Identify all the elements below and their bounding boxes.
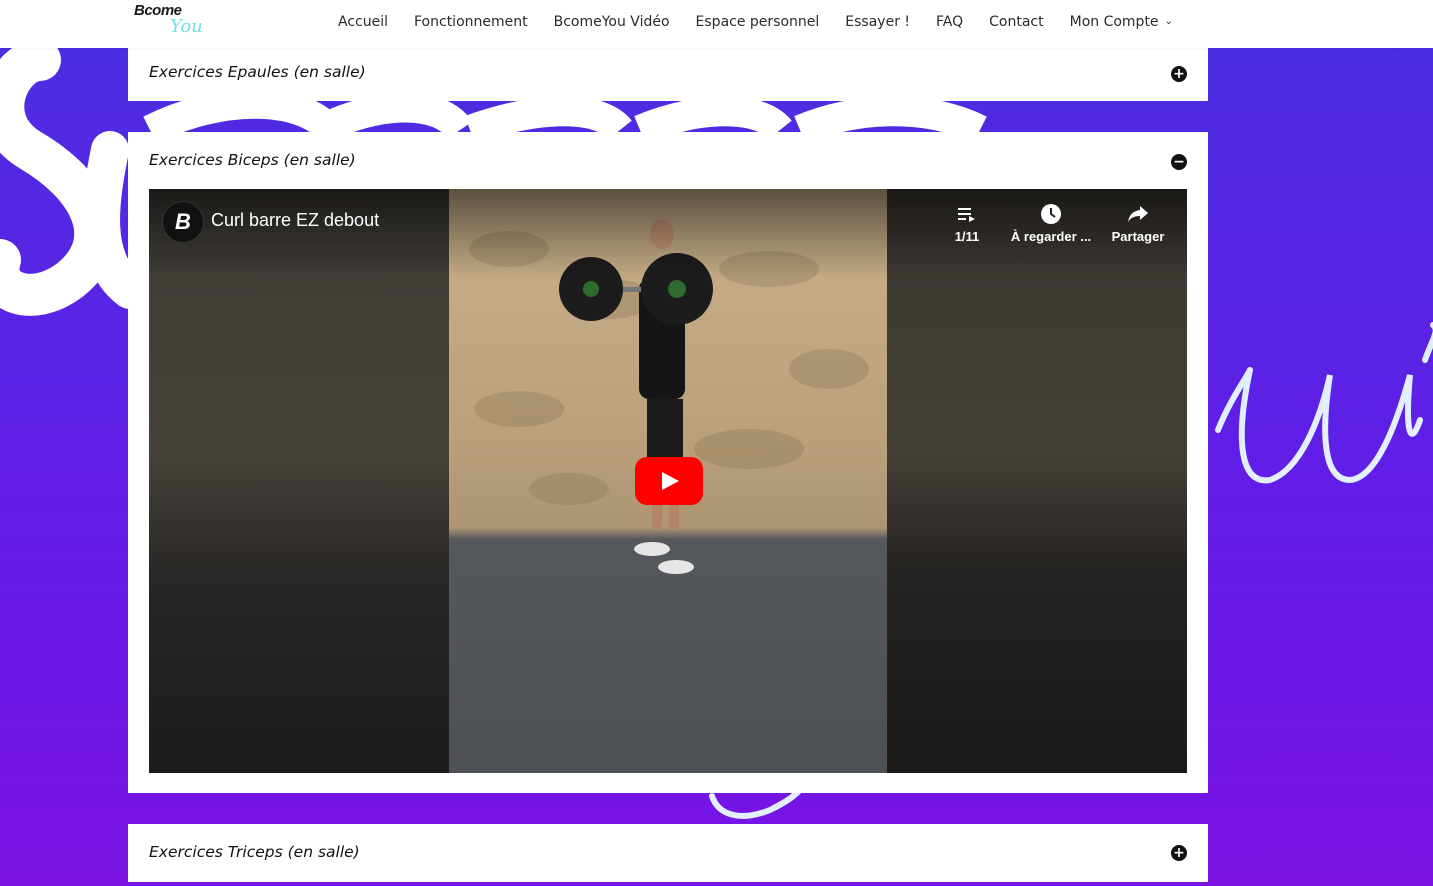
play-button-icon[interactable] <box>635 457 703 505</box>
logo-secondary-text: You <box>170 16 203 37</box>
site-logo[interactable]: Bcome You <box>134 2 214 42</box>
channel-avatar[interactable]: B <box>162 201 204 243</box>
nav-link-espace-personnel[interactable]: Espace personnel <box>696 14 820 30</box>
accordion-epaules[interactable]: Exercices Epaules (en salle) + <box>128 48 1208 101</box>
chevron-down-icon: ⌄ <box>1164 15 1173 27</box>
video-player[interactable]: B Curl barre EZ debout 1/11 À regarder .… <box>149 189 1187 773</box>
watch-later-button[interactable]: À regarder ... <box>1006 203 1096 244</box>
nav-account-menu[interactable]: Mon Compte ⌄ <box>1070 14 1173 30</box>
nav-link-faq[interactable]: FAQ <box>936 14 963 30</box>
nav-link-essayer[interactable]: Essayer ! <box>845 14 910 30</box>
accordion-triceps[interactable]: Exercices Triceps (en salle) + <box>128 824 1208 882</box>
video-title[interactable]: Curl barre EZ debout <box>211 210 379 231</box>
accordion-title-biceps[interactable]: Exercices Biceps (en salle) <box>149 151 356 169</box>
accordion-title-triceps: Exercices Triceps (en salle) <box>149 843 360 861</box>
nav-link-video[interactable]: BcomeYou Vidéo <box>554 14 670 30</box>
share-icon <box>1107 203 1169 225</box>
accordion-title-epaules: Exercices Epaules (en salle) <box>149 63 366 81</box>
account-label: Mon Compte <box>1069 14 1159 30</box>
share-label: Partager <box>1111 229 1165 244</box>
share-button[interactable]: Partager <box>1107 203 1169 244</box>
playlist-icon <box>950 203 984 225</box>
plus-circle-icon[interactable]: + <box>1171 845 1187 861</box>
playlist-button[interactable]: 1/11 <box>950 203 984 244</box>
minus-circle-icon[interactable]: − <box>1171 154 1187 170</box>
plus-circle-icon[interactable]: + <box>1171 66 1187 82</box>
site-header: Bcome You Accueil Fonctionnement BcomeYo… <box>0 0 1433 48</box>
nav-link-accueil[interactable]: Accueil <box>338 14 388 30</box>
accordion-biceps: Exercices Biceps (en salle) − B Curl bar… <box>128 132 1208 793</box>
nav-link-contact[interactable]: Contact <box>989 14 1043 30</box>
main-nav: Accueil Fonctionnement BcomeYou Vidéo Es… <box>338 0 1173 44</box>
playlist-position: 1/11 <box>954 229 980 244</box>
clock-icon <box>1006 203 1096 225</box>
watch-later-label: À regarder ... <box>1010 229 1092 244</box>
nav-link-fonctionnement[interactable]: Fonctionnement <box>414 14 528 30</box>
